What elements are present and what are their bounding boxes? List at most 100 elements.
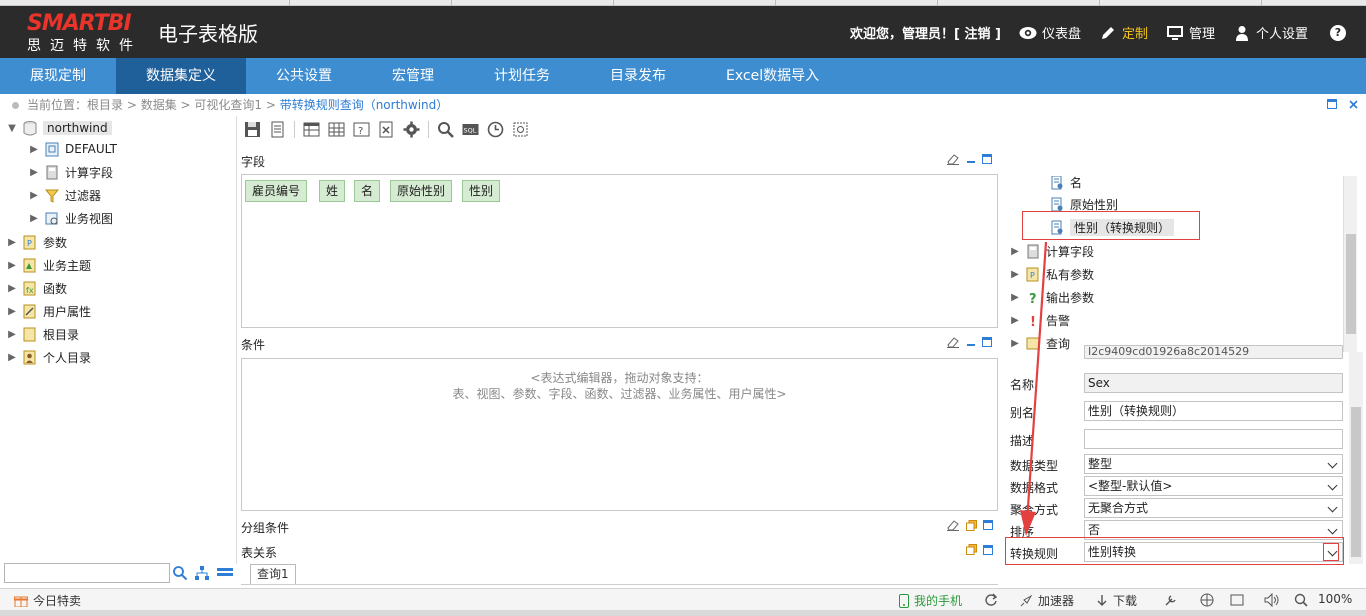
expand-arrow-icon[interactable]: ▶ bbox=[6, 352, 18, 363]
scrollbar-thumb[interactable] bbox=[1351, 407, 1361, 557]
manage-link[interactable]: 管理 bbox=[1166, 23, 1215, 42]
collapse-arrow-icon[interactable]: ▼ bbox=[6, 123, 18, 134]
nav-dataset-definition[interactable]: 数据集定义 bbox=[116, 58, 246, 94]
today-deals-link[interactable]: 今日特卖 bbox=[14, 592, 81, 609]
list-view-icon[interactable] bbox=[216, 565, 234, 581]
query-tab[interactable]: 查询1 bbox=[250, 564, 296, 584]
search-icon[interactable] bbox=[172, 565, 188, 581]
search-icon[interactable] bbox=[437, 121, 454, 138]
field-chip-last-name[interactable]: 姓 bbox=[319, 180, 346, 202]
personal-settings-link[interactable]: 个人设置 bbox=[1233, 23, 1308, 42]
alias-field[interactable]: 性别（转换规则） bbox=[1084, 401, 1343, 421]
fields-panel[interactable]: 雇员编号 姓 名 原始性别 性别 bbox=[241, 174, 998, 328]
minimize-icon[interactable] bbox=[966, 337, 976, 347]
help-icon[interactable]: ? bbox=[1330, 24, 1346, 41]
expand-arrow-icon[interactable]: ▶ bbox=[6, 260, 18, 271]
sql-icon[interactable]: SQL bbox=[462, 121, 479, 138]
field-chip-original-gender[interactable]: 原始性别 bbox=[390, 180, 453, 202]
eraser-icon[interactable] bbox=[946, 153, 960, 165]
tree-node-root-catalog[interactable]: ▶ 根目录 bbox=[6, 323, 79, 345]
nav-scheduled-tasks[interactable]: 计划任务 bbox=[464, 58, 580, 94]
left-splitter[interactable] bbox=[236, 116, 237, 564]
properties-scrollbar[interactable] bbox=[1349, 352, 1363, 564]
minimize-icon[interactable] bbox=[966, 154, 976, 164]
maximize-icon[interactable] bbox=[983, 544, 993, 555]
customize-link[interactable]: 定制 bbox=[1099, 23, 1148, 42]
refresh-icon[interactable] bbox=[984, 593, 998, 607]
aggregation-select[interactable]: 无聚合方式 bbox=[1084, 498, 1343, 518]
expand-arrow-icon[interactable]: ▶ bbox=[28, 144, 40, 155]
field-chip-gender[interactable]: 性别 bbox=[462, 180, 501, 202]
my-phone-link[interactable]: 我的手机 bbox=[899, 592, 962, 609]
nav-public-settings[interactable]: 公共设置 bbox=[246, 58, 362, 94]
expand-arrow-icon[interactable]: ▶ bbox=[28, 167, 40, 178]
maximize-icon[interactable] bbox=[982, 154, 992, 164]
data-format-select[interactable]: <整型-默认值> bbox=[1084, 476, 1343, 496]
nav-excel-import[interactable]: Excel数据导入 bbox=[696, 58, 849, 94]
description-field[interactable] bbox=[1084, 429, 1343, 449]
tree-node-business-views[interactable]: ▶ 业务视图 bbox=[28, 207, 113, 229]
table-icon[interactable] bbox=[303, 121, 320, 138]
field-chip-first-name[interactable]: 名 bbox=[354, 180, 381, 202]
clock-icon[interactable] bbox=[487, 121, 504, 138]
eraser-icon[interactable] bbox=[946, 336, 960, 348]
settings-gear-icon[interactable] bbox=[403, 121, 420, 138]
breadcrumb-path[interactable]: 根目录 > 数据集 > 可视化查询1 > bbox=[87, 98, 280, 112]
expand-arrow-icon[interactable]: ▶ bbox=[6, 283, 18, 294]
database-icon bbox=[23, 120, 37, 135]
nav-macro-management[interactable]: 宏管理 bbox=[362, 58, 464, 94]
nav-catalog-publish[interactable]: 目录发布 bbox=[580, 58, 696, 94]
refresh-cache-icon[interactable] bbox=[512, 121, 529, 138]
close-icon[interactable] bbox=[1349, 100, 1358, 109]
expand-arrow-icon[interactable]: ▶ bbox=[6, 237, 18, 248]
maximize-icon[interactable] bbox=[982, 337, 992, 347]
dashboard-link[interactable]: 仪表盘 bbox=[1019, 23, 1081, 42]
tree-node-label: 参数 bbox=[43, 235, 68, 250]
grid-icon[interactable] bbox=[328, 121, 345, 138]
tree-node-business-topics[interactable]: ▶ 业务主题 bbox=[6, 254, 91, 276]
tree-node-functions[interactable]: ▶ fx 函数 bbox=[6, 277, 67, 299]
maximize-icon[interactable] bbox=[1327, 99, 1338, 109]
data-type-select[interactable]: 整型 bbox=[1084, 454, 1343, 474]
tree-structure-icon[interactable] bbox=[194, 565, 210, 581]
expand-arrow-icon[interactable]: ▶ bbox=[28, 190, 40, 201]
expand-arrow-icon[interactable]: ▶ bbox=[6, 306, 18, 317]
download-label: 下载 bbox=[1113, 594, 1138, 608]
tree-node-personal-catalog[interactable]: ▶ 个人目录 bbox=[6, 346, 91, 368]
window-icon[interactable] bbox=[1230, 593, 1244, 607]
download-link[interactable]: 下载 bbox=[1096, 592, 1137, 609]
sql-preview-icon[interactable]: ? bbox=[353, 121, 370, 138]
restore-icon[interactable] bbox=[966, 519, 977, 531]
zoom-level[interactable]: 100% bbox=[1318, 592, 1352, 606]
speaker-icon[interactable] bbox=[1264, 593, 1280, 607]
expand-arrow-icon[interactable]: ▶ bbox=[6, 329, 18, 340]
nav-display-customize[interactable]: 展现定制 bbox=[0, 58, 116, 94]
save-as-icon[interactable] bbox=[269, 121, 286, 138]
browser-icon[interactable] bbox=[1200, 593, 1214, 607]
restore-icon[interactable] bbox=[966, 544, 977, 555]
field-chip-employee-id[interactable]: 雇员编号 bbox=[245, 180, 308, 202]
tree-node-northwind[interactable]: ▼ northwind bbox=[6, 117, 112, 139]
tree-node-filters[interactable]: ▶ 过滤器 bbox=[28, 184, 101, 206]
save-icon[interactable] bbox=[244, 121, 261, 138]
right-tree-field-first-name[interactable]: 名 bbox=[1045, 176, 1082, 193]
welcome-logout-link[interactable]: 欢迎您，管理员！[ 注销 ] bbox=[850, 23, 1001, 42]
eraser-icon[interactable] bbox=[946, 519, 960, 531]
zoom-search-icon[interactable] bbox=[1294, 593, 1308, 607]
tree-node-calculated-fields[interactable]: ▶ 计算字段 bbox=[28, 161, 113, 183]
object-tree-scrollbar[interactable] bbox=[1343, 176, 1357, 352]
tool-icon[interactable] bbox=[1164, 593, 1178, 607]
export-icon[interactable] bbox=[378, 121, 395, 138]
maximize-icon[interactable] bbox=[983, 520, 993, 530]
conditions-editor[interactable]: <表达式编辑器，拖动对象支持： 表、视图、参数、字段、函数、过滤器、业务属性、用… bbox=[241, 358, 998, 511]
tree-search-input[interactable] bbox=[4, 563, 170, 583]
expand-arrow-icon[interactable]: ▶ bbox=[28, 213, 40, 224]
scrollbar-thumb[interactable] bbox=[1346, 234, 1356, 334]
svg-text:SQL: SQL bbox=[464, 127, 477, 135]
accelerator-link[interactable]: 加速器 bbox=[1019, 592, 1074, 609]
tree-node-default[interactable]: ▶ DEFAULT bbox=[28, 138, 117, 160]
tree-node-user-attributes[interactable]: ▶ 用户属性 bbox=[6, 300, 91, 322]
manage-label: 管理 bbox=[1188, 27, 1215, 42]
tree-node-parameters[interactable]: ▶ P 参数 bbox=[6, 231, 67, 253]
filter-icon bbox=[44, 189, 60, 203]
